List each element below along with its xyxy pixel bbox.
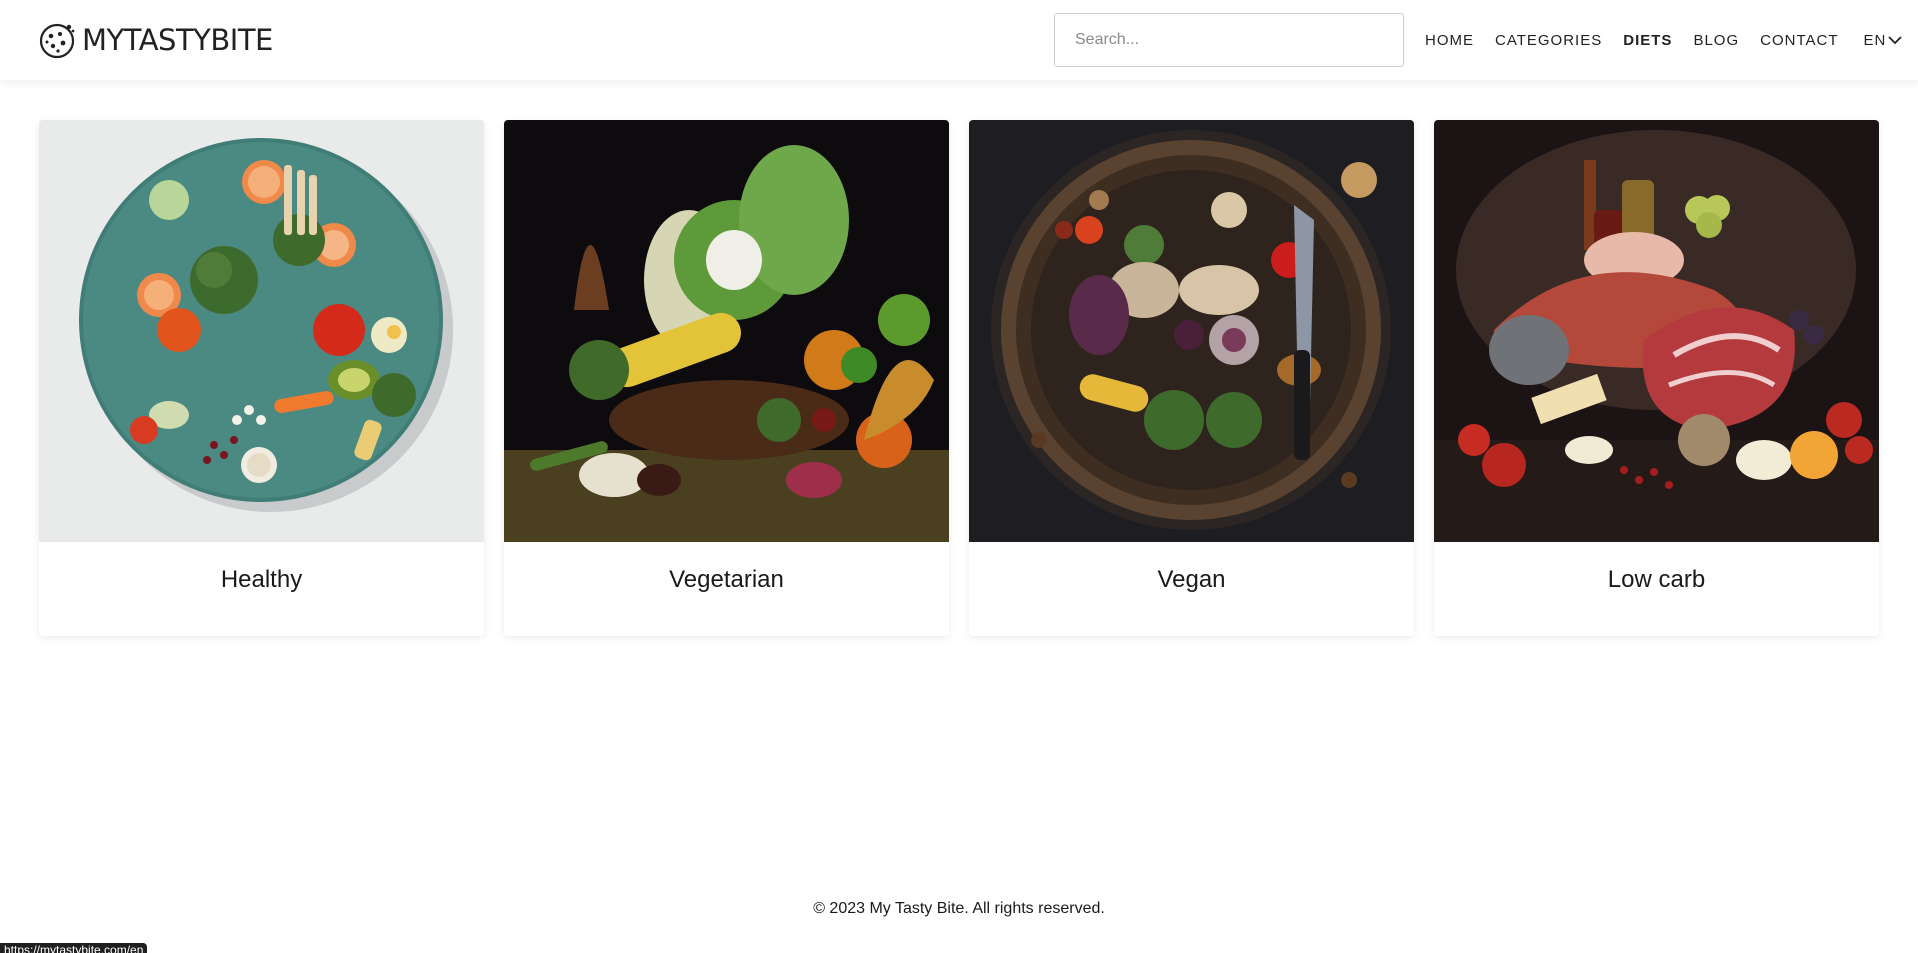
status-bar-url: https://mytastybite.com/en (0, 943, 148, 953)
card-title: Low carb (1607, 566, 1706, 593)
language-label: EN (1863, 31, 1887, 49)
nav-blog[interactable]: BLOG (1693, 32, 1739, 49)
healthy-food-image (39, 120, 484, 542)
nav-contact[interactable]: CONTACT (1760, 32, 1838, 49)
diet-card-low-carb[interactable]: Low carb (1434, 120, 1879, 636)
logo-text: MYTASTYBITE (82, 23, 273, 57)
card-title: Vegan (1157, 566, 1226, 593)
footer-copyright: © 2023 My Tasty Bite. All rights reserve… (813, 900, 1105, 917)
cookie-logo-icon (39, 23, 75, 59)
nav-home[interactable]: HOME (1425, 32, 1474, 49)
vegetarian-food-image (504, 120, 949, 542)
card-title: Vegetarian (669, 566, 784, 593)
diet-card-vegetarian[interactable]: Vegetarian (504, 120, 949, 636)
card-title: Healthy (220, 566, 303, 593)
language-selector[interactable]: EN (1864, 32, 1903, 49)
nav-diets[interactable]: DIETS (1623, 32, 1672, 49)
vegan-food-image (969, 120, 1414, 542)
low-carb-food-image (1434, 120, 1879, 542)
diet-card-healthy[interactable]: Healthy (39, 120, 484, 636)
diet-cards: Healthy Vegetarian Vegan Low carb (39, 120, 1879, 636)
diet-card-vegan[interactable]: Vegan (969, 120, 1414, 636)
chevron-down-icon (1888, 36, 1902, 45)
search-input[interactable] (1054, 13, 1404, 67)
nav-categories[interactable]: CATEGORIES (1495, 32, 1602, 49)
site-header: MYTASTYBITE HOME CATEGORIES DIETS BLOG C… (0, 0, 1918, 80)
main-nav: HOME CATEGORIES DIETS BLOG CONTACT EN (1425, 0, 1902, 80)
logo[interactable]: MYTASTYBITE (38, 20, 273, 60)
